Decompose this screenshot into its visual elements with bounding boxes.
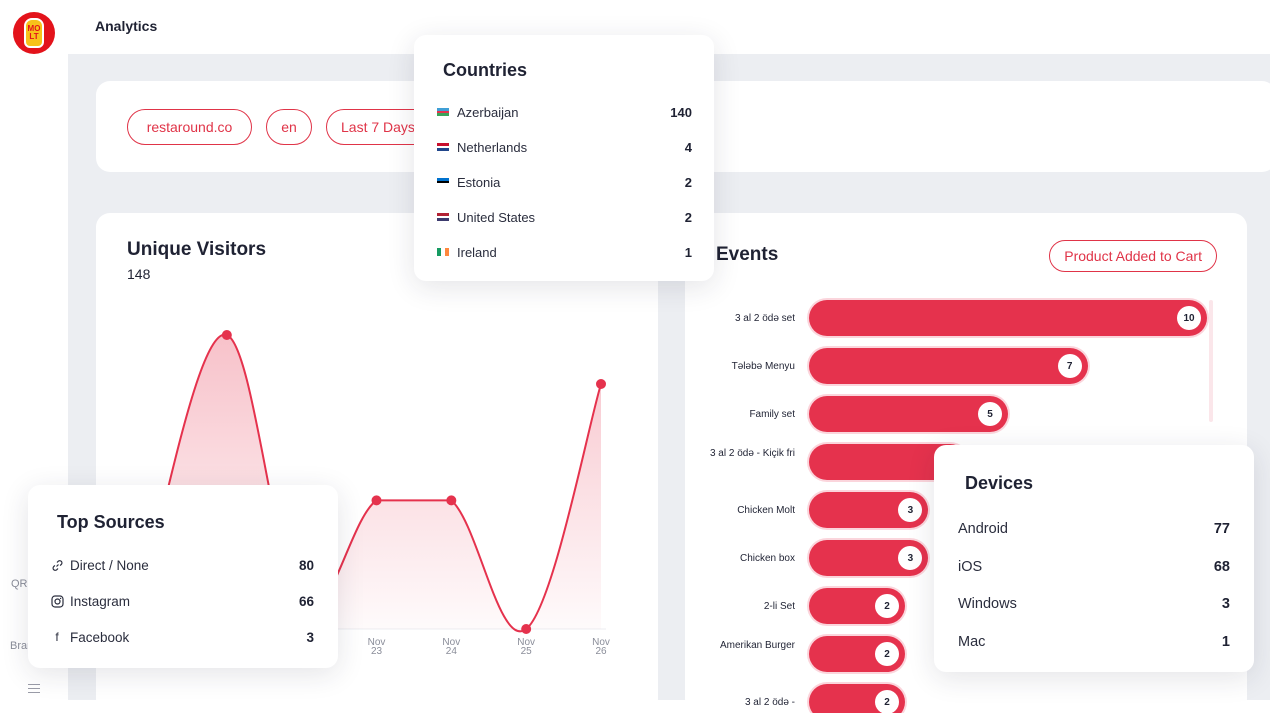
device-row: Android 77 xyxy=(934,517,1254,541)
event-bar-value: 2 xyxy=(875,594,899,618)
country-row: Ireland 1 xyxy=(414,240,714,264)
event-bar[interactable]: 5 xyxy=(809,396,1008,432)
event-bar-label: 3 al 2 ödə - xyxy=(744,697,795,708)
event-bar-value: 2 xyxy=(875,690,899,713)
device-count: 68 xyxy=(1213,558,1230,575)
event-bar-row: 3 al 2 ödə - 2 xyxy=(685,684,1245,713)
country-row: Azerbaijan 140 xyxy=(414,100,714,124)
countries-popup: Countries Azerbaijan 140 Netherlands 4 Eston… xyxy=(414,35,714,281)
event-bar[interactable]: 2 xyxy=(809,684,905,713)
event-bar[interactable]: 3 xyxy=(809,540,929,576)
country-row: Netherlands 4 xyxy=(414,135,714,159)
event-bar[interactable]: 2 xyxy=(809,636,905,672)
events-scrollbar[interactable] xyxy=(1209,300,1213,422)
countries-title: Countries xyxy=(443,60,528,80)
device-count: 77 xyxy=(1213,521,1230,537)
event-bar[interactable]: 2 xyxy=(809,588,905,624)
country-count: 4 xyxy=(684,139,692,155)
language-filter[interactable]: en xyxy=(266,109,312,145)
event-bar-value: 2 xyxy=(875,642,899,666)
event-bar[interactable]: 10 xyxy=(809,300,1207,336)
visitors-point[interactable] xyxy=(371,495,382,506)
source-name: Instagram xyxy=(70,593,131,609)
device-row: iOS 68 xyxy=(934,555,1254,579)
device-name: iOS xyxy=(958,558,983,575)
event-bar-label: 3 al 2 ödə set xyxy=(734,313,795,324)
event-bar-value: 3 xyxy=(898,546,923,570)
device-count: 1 xyxy=(1221,633,1230,650)
page-title: Analytics xyxy=(95,18,158,34)
country-count: 140 xyxy=(670,104,692,120)
visitors-point[interactable] xyxy=(596,379,606,389)
event-bar-label: Family set xyxy=(749,409,795,420)
device-row: Windows 3 xyxy=(934,592,1254,616)
device-name: Mac xyxy=(958,633,986,650)
brand-logo[interactable]: MO LT xyxy=(13,12,55,54)
x-tick-day: 25 xyxy=(521,646,533,657)
top-sources-popup: Top Sources Direct / None 80 Instagram 66 f F… xyxy=(28,485,338,668)
country-count: 2 xyxy=(684,174,692,190)
domain-filter[interactable]: restaround.co xyxy=(127,109,252,145)
source-count: 66 xyxy=(298,593,314,609)
source-row: Instagram 66 xyxy=(28,589,338,613)
source-name: Direct / None xyxy=(70,557,149,573)
facebook-icon: f xyxy=(55,630,59,644)
top-sources-title: Top Sources xyxy=(57,512,165,532)
event-bar-label: 3 al 2 ödə - Kiçik fri xyxy=(709,448,795,459)
event-bar-label: Chicken Molt xyxy=(737,505,795,516)
logo-mark: MO LT xyxy=(24,18,44,48)
device-name: Windows xyxy=(958,596,1017,612)
source-row: Direct / None 80 xyxy=(28,553,338,577)
device-name: Android xyxy=(958,521,1008,537)
source-count: 80 xyxy=(298,557,314,573)
event-bar-row: Family set 5 xyxy=(685,396,1245,432)
devices-title: Devices xyxy=(965,473,1034,493)
hamburger-icon[interactable] xyxy=(28,684,40,696)
flag-ee-icon xyxy=(437,178,449,187)
event-bar-row: Tələbə Menyu 7 xyxy=(685,348,1245,384)
flag-ie-icon xyxy=(437,248,449,256)
country-count: 1 xyxy=(684,244,692,260)
visitors-point[interactable] xyxy=(221,330,232,340)
flag-az-icon xyxy=(437,108,449,117)
country-name: Netherlands xyxy=(457,139,528,155)
x-tick-day: 26 xyxy=(595,646,607,657)
event-bar-label: Tələbə Menyu xyxy=(731,361,795,372)
country-count: 2 xyxy=(684,209,692,225)
visitors-point[interactable] xyxy=(521,624,532,634)
country-name: Azerbaijan xyxy=(457,104,519,120)
event-bar-row: 3 al 2 ödə set 10 xyxy=(685,300,1245,336)
event-bar[interactable]: 7 xyxy=(809,348,1088,384)
source-name: Facebook xyxy=(70,629,130,645)
device-count: 3 xyxy=(1221,596,1230,612)
events-title: Events xyxy=(716,244,779,265)
event-bar-label: Amerikan Burger xyxy=(719,640,795,651)
event-bar-label: Chicken box xyxy=(739,553,795,564)
event-bar-value: 10 xyxy=(1177,306,1201,330)
device-row: Mac 1 xyxy=(934,630,1254,654)
source-row: f Facebook 3 xyxy=(28,625,338,649)
event-type-filter[interactable]: Product Added to Cart xyxy=(1049,240,1217,272)
event-bar-value: 5 xyxy=(978,402,1002,426)
visitors-point[interactable] xyxy=(446,495,457,506)
logo-text-bottom: LT xyxy=(29,32,39,41)
devices-popup: Devices Android 77 iOS 68 Windows 3 Mac 1 xyxy=(934,445,1254,672)
event-bar-label: 2-li Set xyxy=(763,601,795,612)
flag-us-icon xyxy=(437,213,449,222)
x-tick-day: 24 xyxy=(446,646,458,657)
country-name: Estonia xyxy=(457,174,501,190)
source-count: 3 xyxy=(306,629,314,645)
event-bar[interactable]: 3 xyxy=(809,492,929,528)
flag-nl-icon xyxy=(437,143,449,152)
event-bar-value: 7 xyxy=(1057,354,1082,378)
instagram-icon xyxy=(50,594,64,608)
country-row: Estonia 2 xyxy=(414,170,714,194)
event-bar-value: 3 xyxy=(898,498,923,522)
country-name: United States xyxy=(457,209,536,225)
link-icon xyxy=(50,558,64,572)
x-tick-day: 23 xyxy=(371,646,383,657)
country-name: Ireland xyxy=(457,244,497,260)
country-row: United States 2 xyxy=(414,205,714,229)
